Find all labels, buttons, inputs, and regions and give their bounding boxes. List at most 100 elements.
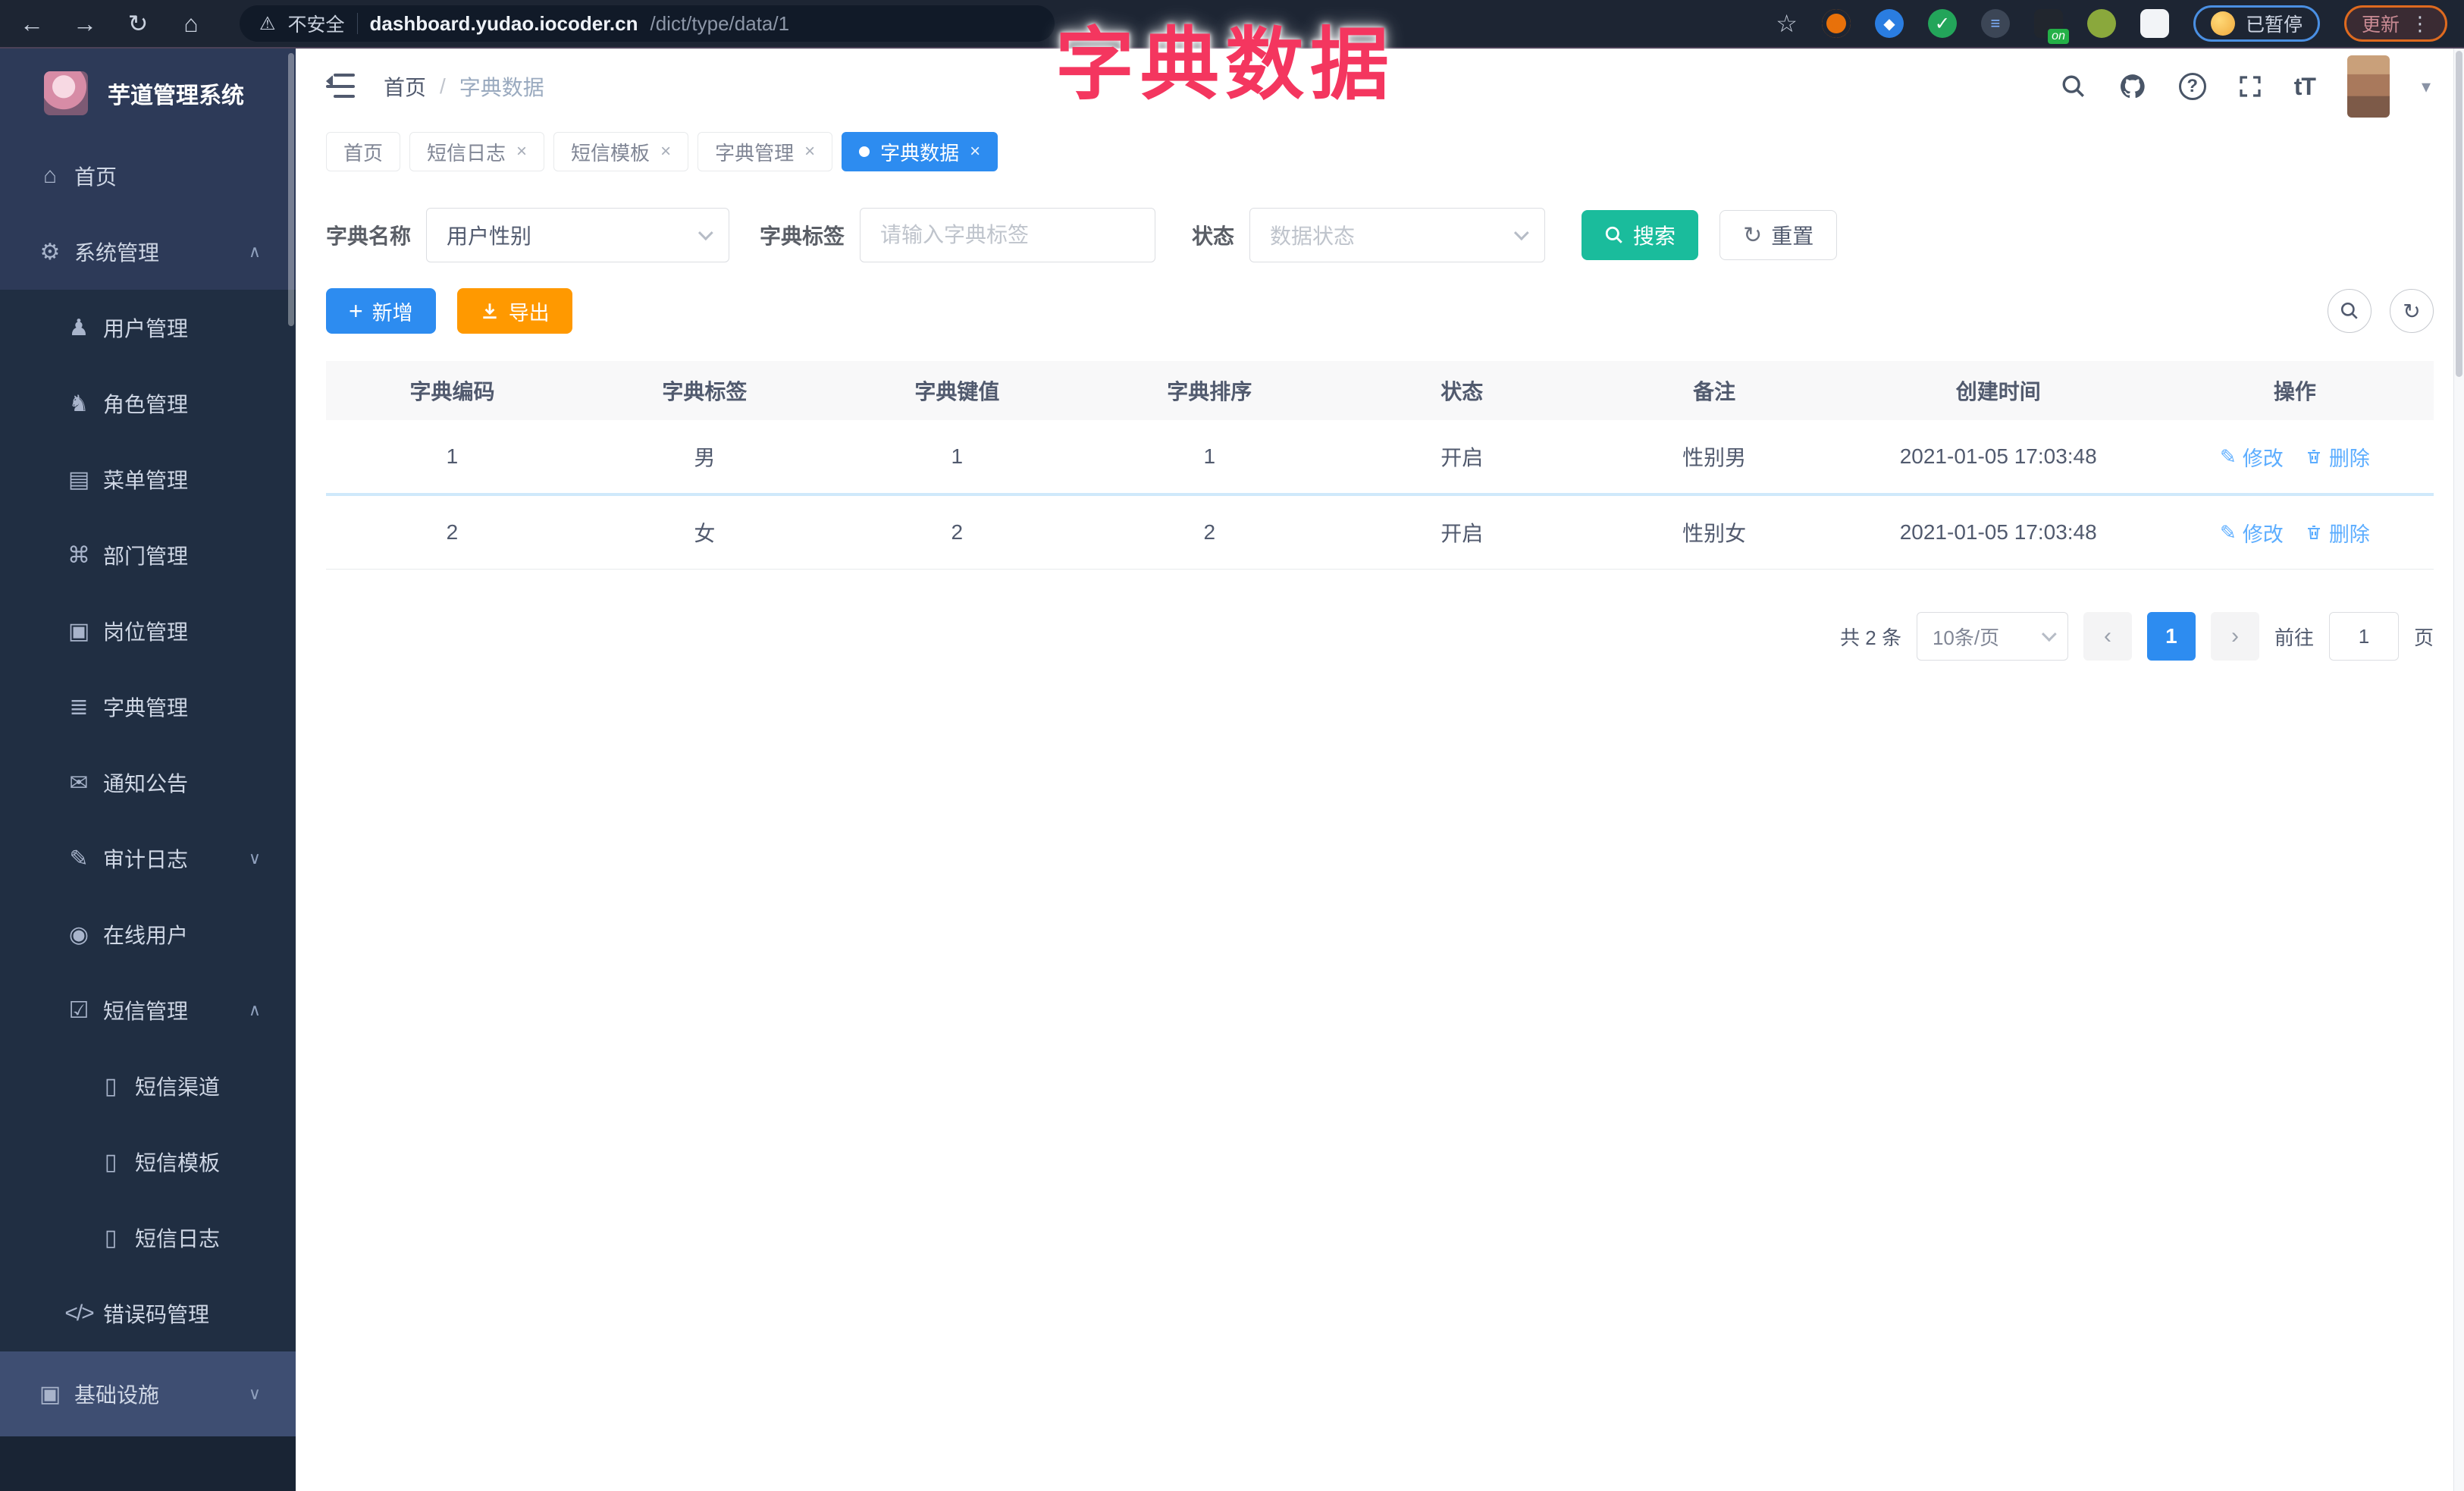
chevron-down-icon bbox=[698, 225, 713, 241]
browser-back-icon[interactable]: ← bbox=[17, 10, 47, 38]
cell-status: 开启 bbox=[1440, 522, 1484, 545]
extension-sliders-icon[interactable]: ≡ bbox=[1980, 9, 2010, 38]
sidebar-item-post-management[interactable]: ▣ 岗位管理 bbox=[0, 593, 296, 669]
dict-tag-input[interactable] bbox=[880, 223, 1136, 247]
dict-tag-label: 字典标签 bbox=[760, 224, 845, 248]
current-page-button[interactable]: 1 bbox=[2146, 612, 2196, 661]
refresh-table-button[interactable]: ↻ bbox=[2390, 289, 2434, 333]
sidebar-item-notice[interactable]: ✉ 通知公告 bbox=[0, 745, 296, 821]
tab-sms-template[interactable]: 短信模板 × bbox=[553, 132, 689, 171]
sidebar-item-dict-management[interactable]: ≣ 字典管理 bbox=[0, 669, 296, 745]
font-size-icon[interactable]: tT bbox=[2294, 73, 2316, 101]
page-size-select[interactable]: 10条/页 bbox=[1916, 612, 2068, 661]
pagination: 共 2 条 10条/页 ‹ 1 › 前往 页 bbox=[326, 612, 2434, 661]
column-header: 字典键值 bbox=[914, 380, 1000, 403]
goto-page-input[interactable] bbox=[2329, 613, 2398, 660]
extension-olive-icon[interactable] bbox=[2086, 9, 2116, 38]
sidebar-item-sms-log[interactable]: ▯ 短信日志 bbox=[0, 1200, 296, 1276]
sidebar-item-error-code-management[interactable]: </> 错误码管理 bbox=[0, 1276, 296, 1351]
column-header: 字典编码 bbox=[409, 380, 495, 403]
export-button-label: 导出 bbox=[508, 301, 550, 325]
add-button[interactable]: + 新增 bbox=[326, 288, 436, 334]
tab-sms-log[interactable]: 短信日志 × bbox=[409, 132, 545, 171]
table-bottom-border bbox=[326, 569, 2434, 570]
reset-button[interactable]: ↻ 重置 bbox=[1719, 210, 1838, 260]
breadcrumb-home[interactable]: 首页 bbox=[384, 71, 426, 102]
code-icon: </> bbox=[64, 1301, 94, 1326]
table-row[interactable]: 2 女 2 2 开启 性别女 2021-01-05 17:03:48 ✎ 修改 bbox=[326, 496, 2434, 569]
user-avatar[interactable] bbox=[2346, 55, 2390, 118]
avatar-caret-icon[interactable]: ▾ bbox=[2422, 76, 2431, 98]
breadcrumb-separator: / bbox=[440, 74, 446, 98]
sidebar-item-infrastructure[interactable]: ▣ 基础设施 ∨ bbox=[0, 1351, 296, 1436]
badge-icon: ▣ bbox=[67, 618, 90, 644]
delete-link-label: 删除 bbox=[2328, 447, 2370, 470]
status-select[interactable]: 数据状态 bbox=[1249, 208, 1546, 262]
edit-link[interactable]: ✎ 修改 bbox=[2220, 442, 2284, 472]
not-secure-label[interactable]: 不安全 bbox=[288, 10, 345, 37]
page-scrollbar-thumb[interactable] bbox=[2456, 51, 2462, 377]
next-page-button[interactable]: › bbox=[2210, 612, 2259, 661]
browser-forward-icon[interactable]: → bbox=[70, 10, 100, 38]
prev-page-button[interactable]: ‹ bbox=[2083, 612, 2132, 661]
reset-button-label: 重置 bbox=[1771, 224, 1814, 248]
extension-orange-icon[interactable] bbox=[1821, 9, 1851, 38]
status-placeholder: 数据状态 bbox=[1270, 224, 1356, 248]
sidebar-item-sms-management[interactable]: ☑ 短信管理 ∧ bbox=[0, 972, 296, 1048]
extension-on-icon[interactable]: on bbox=[2033, 9, 2069, 44]
tab-dict-management[interactable]: 字典管理 × bbox=[698, 132, 833, 171]
sidebar-item-dept-management[interactable]: ⌘ 部门管理 bbox=[0, 517, 296, 593]
close-tab-icon[interactable]: × bbox=[516, 141, 527, 162]
export-button[interactable]: 导出 bbox=[456, 288, 572, 334]
sidebar-item-sms-channel[interactable]: ▯ 短信渠道 bbox=[0, 1048, 296, 1124]
help-icon[interactable]: ? bbox=[2178, 73, 2206, 100]
sidebar-item-home[interactable]: ⌂ 首页 bbox=[0, 138, 296, 214]
browser-home-icon[interactable]: ⌂ bbox=[176, 10, 206, 38]
search-button[interactable]: 搜索 bbox=[1582, 210, 1699, 260]
toggle-search-button[interactable] bbox=[2328, 289, 2372, 333]
cell-created: 2021-01-05 17:03:48 bbox=[1899, 520, 2097, 544]
collapse-sidebar-icon[interactable] bbox=[326, 74, 355, 99]
browser-reload-icon[interactable]: ↻ bbox=[123, 9, 153, 38]
extension-check-icon[interactable]: ✓ bbox=[1927, 9, 1957, 38]
tab-home[interactable]: 首页 bbox=[326, 132, 401, 171]
close-tab-icon[interactable]: × bbox=[660, 141, 671, 162]
profile-paused-badge[interactable]: 已暂停 bbox=[2193, 5, 2320, 42]
browser-update-button[interactable]: 更新 ⋮ bbox=[2343, 5, 2447, 42]
github-icon[interactable] bbox=[2118, 72, 2147, 101]
sidebar-scrollbar[interactable] bbox=[288, 53, 294, 326]
search-icon[interactable] bbox=[2061, 74, 2086, 99]
delete-link[interactable]: 删除 bbox=[2305, 518, 2370, 548]
address-bar[interactable]: ⚠ 不安全 dashboard.yudao.iocoder.cn /dict/t… bbox=[240, 5, 1055, 42]
sidebar-item-user-management[interactable]: ♟ 用户管理 bbox=[0, 290, 296, 366]
fullscreen-icon[interactable] bbox=[2238, 74, 2262, 99]
sidebar-item-online-users[interactable]: ◉ 在线用户 bbox=[0, 896, 296, 972]
cell-code: 1 bbox=[446, 444, 459, 468]
sidebar-item-system-management[interactable]: ⚙ 系统管理 ∧ bbox=[0, 214, 296, 290]
sidebar-item-role-management[interactable]: ♞ 角色管理 bbox=[0, 366, 296, 441]
column-header: 备注 bbox=[1693, 380, 1736, 403]
edit-link[interactable]: ✎ 修改 bbox=[2220, 518, 2284, 548]
browser-extensions-cluster: ☆ ◆ ✓ ≡ on 已暂停 更新 ⋮ bbox=[1776, 5, 2447, 44]
browser-menu-icon[interactable]: ⋮ bbox=[2410, 12, 2430, 36]
sidebar: 芋道管理系统 ⌂ 首页 ⚙ 系统管理 ∧ ♟ 用户管理 ♞ 角色管理 ▤ 菜单管… bbox=[0, 49, 296, 1491]
sidebar-item-sms-template[interactable]: ▯ 短信模板 bbox=[0, 1124, 296, 1200]
extensions-puzzle-icon[interactable] bbox=[2140, 9, 2169, 38]
dict-name-select[interactable]: 用户性别 bbox=[426, 208, 730, 262]
sidebar-logo[interactable]: 芋道管理系统 bbox=[0, 49, 296, 138]
sidebar-item-menu-management[interactable]: ▤ 菜单管理 bbox=[0, 441, 296, 517]
sidebar-item-audit-log[interactable]: ✎ 审计日志 ∨ bbox=[0, 821, 296, 896]
table-row[interactable]: 1 男 1 1 开启 性别男 2021-01-05 17:03:48 ✎ 修改 bbox=[326, 420, 2434, 493]
sidebar-filler bbox=[0, 1436, 296, 1491]
close-tab-icon[interactable]: × bbox=[804, 141, 815, 162]
dict-tag-input-wrap bbox=[860, 208, 1156, 262]
url-host[interactable]: dashboard.yudao.iocoder.cn bbox=[370, 12, 638, 36]
page-scrollbar[interactable] bbox=[2453, 49, 2464, 1491]
bookmark-star-icon[interactable]: ☆ bbox=[1776, 9, 1798, 38]
close-tab-icon[interactable]: × bbox=[970, 141, 980, 162]
page-content: 字典名称 用户性别 字典标签 状态 数据状态 搜索 bbox=[296, 179, 2464, 1491]
tab-dict-data[interactable]: 字典数据 × bbox=[842, 132, 998, 171]
delete-link[interactable]: 删除 bbox=[2305, 442, 2370, 472]
tab-label: 短信日志 bbox=[427, 141, 506, 165]
extension-gem-icon[interactable]: ◆ bbox=[1874, 9, 1904, 38]
